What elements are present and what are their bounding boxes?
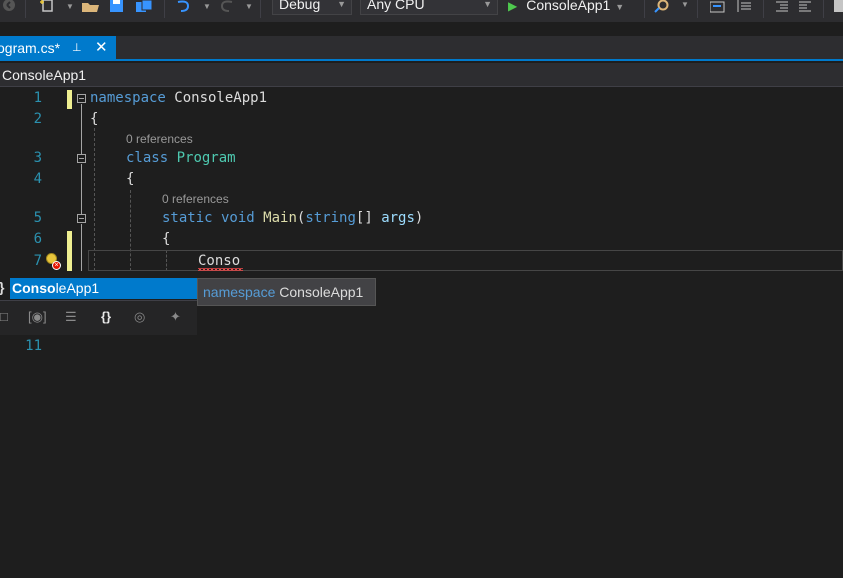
navigation-bar: ConsoleApp1: [0, 63, 843, 87]
pin-icon[interactable]: ⊥: [72, 36, 82, 60]
toolbar: ▼ ▼ ▼ Debug ▼ Any CPU ▼ ▶ ConsoleApp1 ▼ ▼: [0, 0, 843, 22]
change-marker: [67, 231, 72, 271]
matched-text: Conso: [12, 280, 56, 296]
filter-class-icon[interactable]: □: [0, 310, 8, 324]
filter-module-icon[interactable]: ◎: [134, 310, 145, 324]
new-item-icon[interactable]: [40, 0, 58, 18]
code-line-4: {: [126, 171, 135, 187]
bookmark-icon[interactable]: [834, 0, 843, 18]
new-item-dropdown-icon[interactable]: ▼: [66, 2, 74, 11]
overflow-icon[interactable]: ▼: [681, 0, 689, 9]
toolbar-separator: [763, 0, 764, 18]
code-line-3: class Program: [126, 150, 236, 166]
outline-line: [81, 104, 83, 154]
chevron-down-icon: ▼: [615, 2, 625, 12]
punctuation: ): [414, 210, 424, 226]
code-line-7: Conso: [198, 253, 241, 269]
change-marker: [67, 90, 72, 109]
codelens-references[interactable]: 0 references: [126, 132, 193, 146]
line-number: 5: [33, 210, 42, 226]
find-icon[interactable]: [654, 0, 670, 18]
parameter-name: args: [381, 210, 415, 226]
filter-property-icon[interactable]: ☰: [65, 310, 77, 324]
line-number: 1: [33, 90, 42, 106]
code-line-6: {: [162, 231, 171, 247]
comment-icon[interactable]: [710, 0, 726, 18]
tab-title: ogram.cs*: [0, 40, 61, 56]
open-folder-icon[interactable]: [82, 0, 100, 18]
line-number: 6: [33, 231, 42, 247]
uncomment-icon[interactable]: [737, 0, 753, 18]
tooltip-name: ConsoleApp1: [275, 284, 364, 300]
line-number: 11: [25, 338, 42, 354]
redo-dropdown-icon[interactable]: ▼: [245, 2, 253, 11]
configuration-combo[interactable]: Debug ▼: [272, 0, 352, 15]
line-number: 4: [33, 171, 42, 187]
indent-icon[interactable]: [776, 0, 790, 18]
start-debugging-button[interactable]: ▶ ConsoleApp1 ▼: [508, 0, 624, 16]
code-line-1: namespace ConsoleApp1: [90, 90, 267, 106]
collapse-icon[interactable]: [77, 214, 86, 223]
tab-strip: [0, 36, 843, 59]
filter-namespace-icon[interactable]: {}: [101, 310, 111, 324]
type-name: Program: [168, 150, 236, 166]
error-squiggle: [198, 268, 243, 271]
toolbar-separator: [25, 0, 26, 18]
identifier: ConsoleApp1: [165, 90, 268, 106]
error-icon[interactable]: ×: [52, 261, 61, 270]
code-line-5: static void Main(string[] args): [162, 210, 423, 226]
collapse-icon[interactable]: [77, 94, 86, 103]
outline-line: [81, 224, 83, 271]
line-number: 2: [33, 111, 42, 127]
keyword: class: [126, 150, 169, 166]
keyword: namespace: [90, 90, 166, 106]
configuration-value: Debug: [279, 0, 321, 12]
keyword: string: [305, 210, 356, 226]
run-target-label: ConsoleApp1: [526, 0, 611, 13]
keyword: static: [162, 210, 213, 226]
save-icon[interactable]: [110, 0, 124, 18]
project-dropdown[interactable]: ConsoleApp1: [2, 67, 86, 83]
undo-icon[interactable]: [176, 0, 192, 18]
line-number: 7: [33, 253, 42, 269]
completion-item[interactable]: ConsoleApp1: [10, 278, 197, 299]
method-name: Main: [254, 210, 297, 226]
play-icon: ▶: [508, 0, 518, 13]
filter-field-icon[interactable]: [◉]: [28, 310, 47, 324]
redo-icon[interactable]: [218, 0, 234, 18]
keyword: void: [212, 210, 255, 226]
platform-combo[interactable]: Any CPU ▼: [360, 0, 498, 15]
filter-extension-icon[interactable]: ✦: [170, 310, 181, 324]
completion-item-rest: leApp1: [55, 280, 100, 296]
outline-line: [81, 164, 83, 214]
completion-filter-bar: □ [◉] ☰ {} ◎ ✦: [0, 300, 197, 335]
platform-value: Any CPU: [367, 0, 425, 12]
toolbar-separator: [164, 0, 165, 18]
namespace-icon: }: [0, 279, 10, 299]
toolbar-separator: [644, 0, 645, 18]
tab-program-cs[interactable]: ogram.cs* ⊥ ✕: [0, 36, 116, 61]
chevron-down-icon: ▼: [483, 0, 492, 9]
code-line-2: {: [90, 111, 99, 127]
circle-back-icon[interactable]: [2, 0, 16, 18]
save-all-icon[interactable]: [136, 0, 154, 18]
tooltip-keyword: namespace: [203, 284, 276, 300]
chevron-down-icon: ▼: [337, 0, 346, 9]
toolbar-separator: [697, 0, 698, 18]
close-icon[interactable]: ✕: [95, 36, 108, 60]
undo-dropdown-icon[interactable]: ▼: [203, 2, 211, 11]
tab-strip-accent-line: [0, 59, 843, 61]
quick-info-tooltip: namespace ConsoleApp1: [197, 278, 376, 306]
collapse-icon[interactable]: [77, 154, 86, 163]
outdent-icon[interactable]: [799, 0, 813, 18]
punctuation: []: [355, 210, 382, 226]
toolbar-separator: [260, 0, 261, 18]
codelens-references[interactable]: 0 references: [162, 192, 229, 206]
toolbar-separator: [823, 0, 824, 18]
line-number: 3: [33, 150, 42, 166]
